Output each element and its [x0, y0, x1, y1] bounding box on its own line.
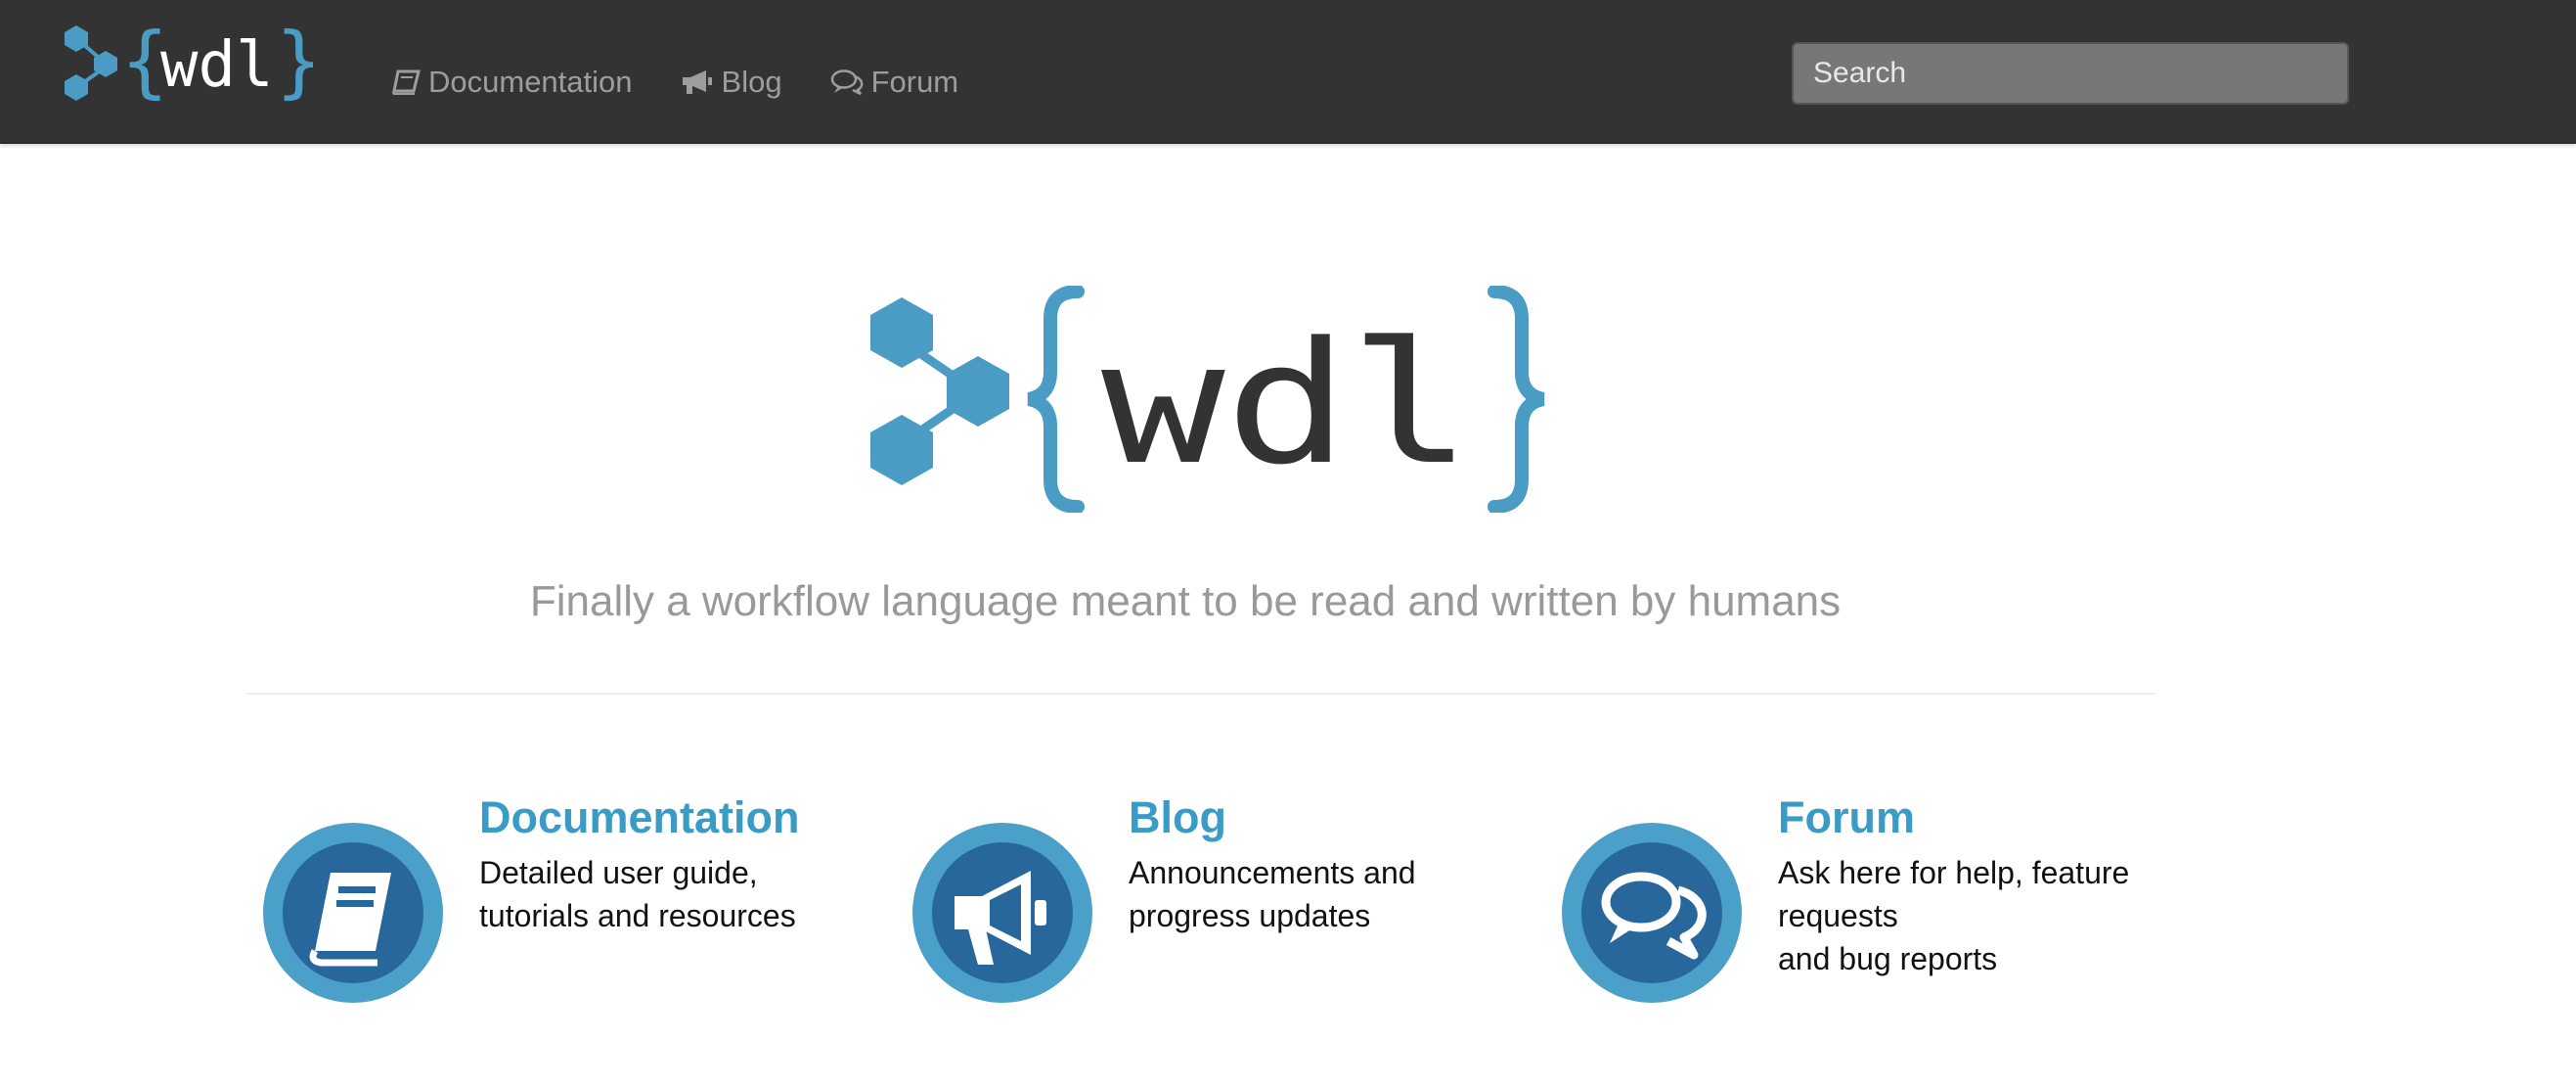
nav-links: Documentation Blog Forum	[391, 65, 1006, 100]
feature-icon-circle[interactable]	[1561, 822, 1743, 1004]
nav-link-label: Blog	[721, 65, 782, 99]
feature-title[interactable]: Forum	[1778, 792, 1915, 843]
brace-close	[1488, 286, 1545, 513]
search-input[interactable]	[1792, 42, 2349, 105]
nav-link-forum[interactable]: Forum	[830, 65, 959, 100]
nav-link-label: Documentation	[428, 65, 633, 99]
navbar-brand: wdl	[160, 29, 274, 102]
bullhorn-icon	[682, 70, 712, 94]
feature-description: Detailed user guide, tutorials and resou…	[479, 855, 796, 933]
hero-brand: wdl	[1101, 305, 1473, 502]
feature-description: Announcements and progress updates	[1129, 855, 1416, 933]
feature-blog: Blog Announcements and progress updates	[911, 792, 1498, 1027]
feature-title[interactable]: Blog	[1129, 792, 1226, 843]
feature-icon-circle[interactable]	[911, 822, 1093, 1004]
comments-icon	[830, 69, 863, 96]
wdl-logo[interactable]: { wdl }	[65, 23, 313, 108]
divider	[246, 693, 2155, 695]
feature-description: Ask here for help, feature requests and …	[1778, 855, 2130, 976]
nav-link-documentation[interactable]: Documentation	[391, 65, 633, 100]
brace-open	[1027, 286, 1085, 513]
nav-link-blog[interactable]: Blog	[681, 65, 782, 100]
feature-documentation: Documentation Detailed user guide, tutor…	[262, 792, 849, 1027]
hexagon-network-icon	[65, 25, 117, 101]
tagline: Finally a workflow language meant to be …	[529, 577, 1842, 625]
nav-link-label: Forum	[870, 65, 959, 99]
feature-forum: Forum Ask here for help, feature request…	[1561, 792, 2148, 1027]
feature-icon-circle[interactable]	[262, 822, 444, 1004]
brace-close: }	[276, 23, 313, 107]
book-icon	[392, 69, 421, 95]
hexagon-network-icon	[870, 297, 1009, 485]
hero-logo: wdl	[870, 286, 1545, 513]
feature-title[interactable]: Documentation	[479, 792, 800, 843]
navbar: { wdl } Documentation Blog	[0, 0, 2576, 144]
